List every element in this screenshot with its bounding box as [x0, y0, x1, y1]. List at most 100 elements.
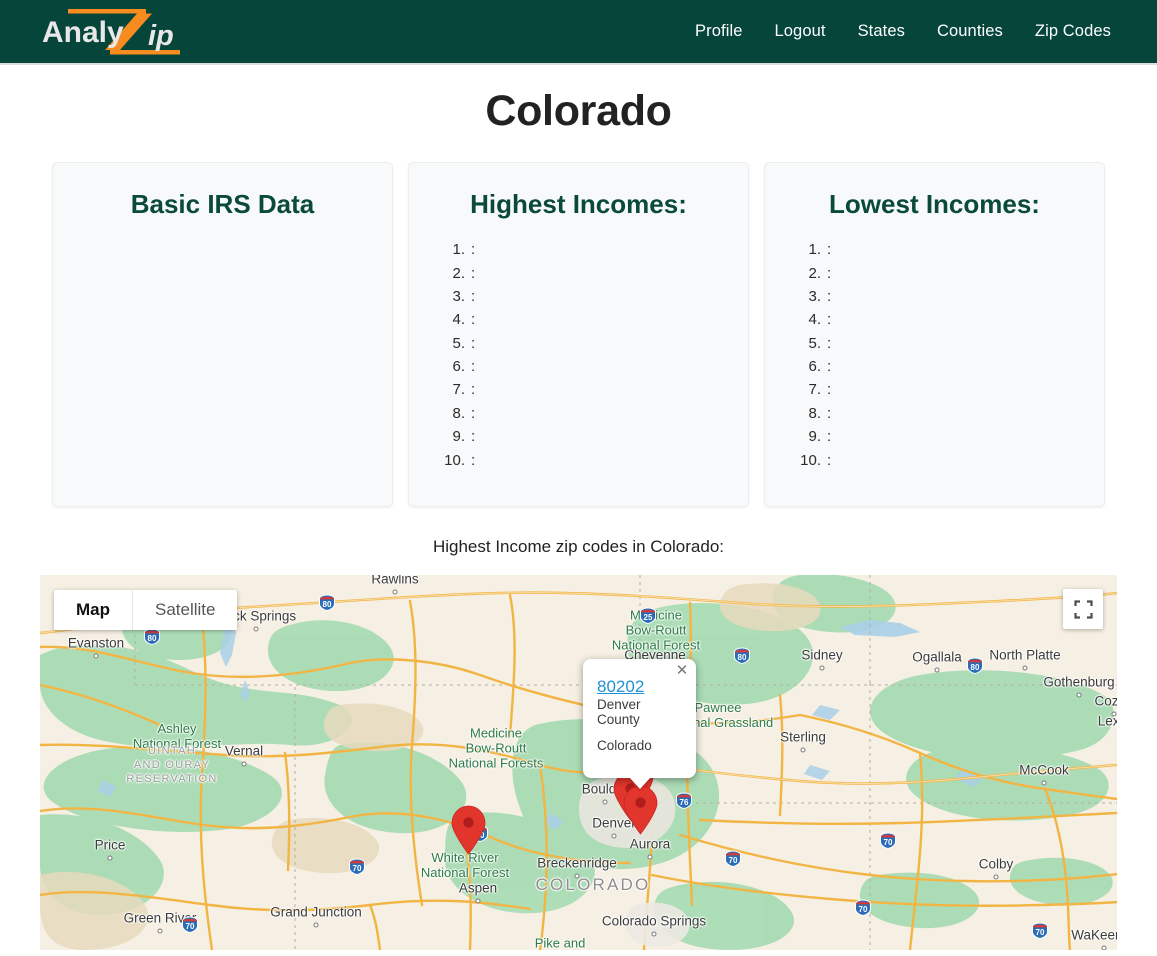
card-lowest-incomes: Lowest Incomes: :::::::::: [764, 162, 1105, 507]
lowest-income-row: : [793, 425, 1074, 448]
rank-number [437, 288, 471, 305]
irs-data-row [81, 238, 364, 251]
irs-row-label [81, 277, 223, 290]
nav-link-logout[interactable]: Logout [759, 14, 842, 49]
irs-row-value [223, 303, 365, 316]
marker-aurora[interactable] [622, 785, 659, 835]
svg-text:Analy: Analy [42, 16, 124, 49]
zip-colon: : [471, 358, 476, 376]
fullscreen-icon [1073, 599, 1093, 619]
lowest-income-row: : [793, 355, 1074, 378]
rank-number [437, 405, 471, 422]
rank-number [793, 335, 827, 352]
rank-number [437, 335, 471, 352]
summary-cards-row: Basic IRS Data Highest Incomes: ::::::::… [0, 162, 1157, 507]
card-title-basic-irs-data: Basic IRS Data [130, 189, 315, 219]
brand-logo-analyzip[interactable]: Analy ip [38, 8, 190, 55]
rank-number [437, 428, 471, 445]
fullscreen-button[interactable] [1063, 589, 1103, 629]
highest-income-row: : [437, 378, 718, 401]
irs-row-value [223, 316, 365, 329]
zip-colon: : [471, 404, 476, 422]
zip-colon: : [827, 264, 832, 282]
map-type-button-satellite[interactable]: Satellite [132, 590, 238, 630]
map-container[interactable]: Rawlins Rock Springs Evanston Vernal Price Gr… [40, 575, 1117, 950]
highest-income-row: : [437, 355, 718, 378]
highest-income-row: : [437, 448, 718, 471]
analyzip-logo-icon: Analy ip [42, 8, 180, 54]
irs-data-table [81, 238, 364, 342]
map-info-window[interactable]: ✕ 80202 Denver County Colorado [583, 659, 696, 789]
map-base-graphics [40, 575, 1117, 950]
rank-number [793, 358, 827, 375]
zip-colon: : [471, 287, 476, 305]
irs-data-row [81, 316, 364, 329]
top-navbar: Analy ip Profile Logout States Counties … [0, 0, 1157, 65]
zip-colon: : [827, 451, 832, 469]
close-icon[interactable]: ✕ [673, 662, 691, 680]
irs-row-label [81, 290, 223, 303]
lowest-income-row: : [793, 402, 1074, 425]
zip-colon: : [827, 428, 832, 446]
zip-colon: : [471, 428, 476, 446]
rank-number [793, 428, 827, 445]
card-title-lowest-incomes: Lowest Incomes: [829, 189, 1040, 219]
zip-colon: : [827, 404, 832, 422]
zip-colon: : [827, 287, 832, 305]
zip-colon: : [471, 241, 476, 259]
highest-income-row: : [437, 425, 718, 448]
irs-row-label [81, 303, 223, 316]
rank-number [437, 241, 471, 258]
rank-number [437, 265, 471, 282]
map-type-control: Map Satellite [54, 590, 238, 630]
irs-data-row [81, 303, 364, 316]
nav-link-profile[interactable]: Profile [679, 14, 758, 49]
highest-incomes-list: :::::::::: [437, 238, 720, 472]
card-highest-incomes: Highest Incomes: :::::::::: [408, 162, 749, 507]
irs-data-row [81, 290, 364, 303]
rank-number [793, 405, 827, 422]
lowest-income-row: : [793, 261, 1074, 284]
irs-row-value [223, 238, 365, 251]
highest-income-row: : [437, 308, 718, 331]
irs-row-label [81, 329, 223, 342]
highest-income-row: : [437, 332, 718, 355]
zip-colon: : [827, 334, 832, 352]
rank-number [437, 311, 471, 328]
rank-number [793, 452, 827, 469]
highest-income-row: : [437, 402, 718, 425]
rank-number [793, 241, 827, 258]
irs-row-value [223, 251, 365, 264]
nav-link-states[interactable]: States [842, 14, 921, 49]
info-window-county: Denver County [597, 697, 641, 727]
info-window-state: Colorado [597, 738, 652, 753]
rank-number [793, 265, 827, 282]
irs-data-row [81, 251, 364, 264]
svg-text:ip: ip [148, 20, 174, 52]
highest-income-row: : [437, 261, 718, 284]
info-window-tail [629, 777, 651, 789]
card-basic-irs-data: Basic IRS Data [52, 162, 393, 507]
zip-colon: : [471, 451, 476, 469]
nav-link-zip-codes[interactable]: Zip Codes [1019, 14, 1127, 49]
irs-data-row [81, 264, 364, 277]
lowest-income-row: : [793, 378, 1074, 401]
rank-number [437, 358, 471, 375]
zip-colon: : [827, 241, 832, 259]
marker-aspen[interactable] [450, 805, 487, 855]
zip-colon: : [471, 264, 476, 282]
nav-link-counties[interactable]: Counties [921, 14, 1019, 49]
lowest-income-row: : [793, 285, 1074, 308]
irs-row-label [81, 264, 223, 277]
info-window-zip-link[interactable]: 80202 [597, 677, 644, 696]
map-canvas[interactable]: Rawlins Rock Springs Evanston Vernal Price Gr… [40, 575, 1117, 950]
rank-number [437, 452, 471, 469]
irs-row-value [223, 329, 365, 342]
map-type-button-map[interactable]: Map [54, 590, 132, 630]
lowest-income-row: : [793, 308, 1074, 331]
rank-number [793, 311, 827, 328]
nav-links: Profile Logout States Counties Zip Codes [679, 14, 1127, 49]
zip-colon: : [471, 381, 476, 399]
card-title-highest-incomes: Highest Incomes: [470, 189, 687, 219]
rank-number [793, 288, 827, 305]
